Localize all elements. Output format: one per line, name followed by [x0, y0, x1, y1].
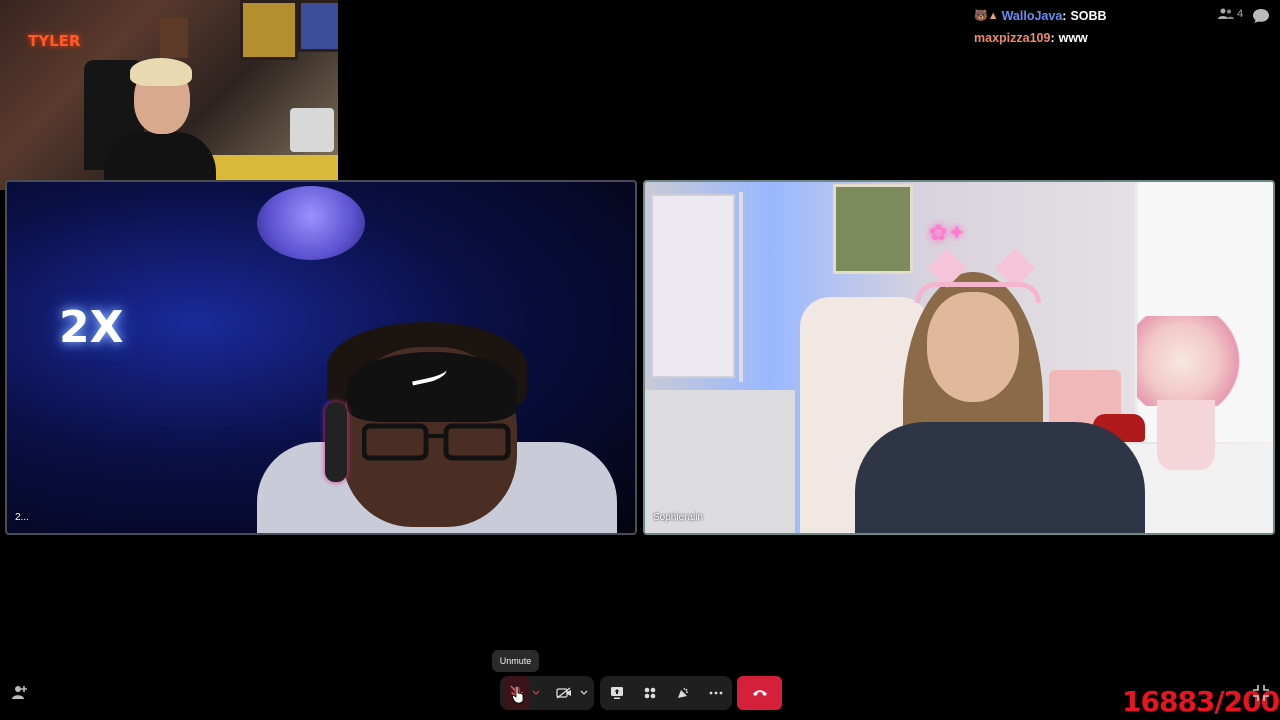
- participants-button[interactable]: 4: [1218, 8, 1243, 20]
- door: [651, 194, 735, 378]
- chat-message: 🐻▲ WalloJava: SOBB: [974, 5, 1107, 27]
- exit-fullscreen-icon: [1253, 685, 1269, 701]
- video-tile-left[interactable]: 2X 2...: [5, 180, 637, 535]
- more-options-button[interactable]: [699, 676, 732, 710]
- chevron-down-icon: [532, 690, 540, 695]
- share-screen-button[interactable]: [600, 676, 633, 710]
- framed-jersey: [240, 0, 298, 60]
- activity-controls: [600, 676, 732, 710]
- neon-decoration: ✿✦: [929, 220, 966, 245]
- add-person-button[interactable]: [10, 684, 28, 702]
- chat-text: SOBB: [1070, 9, 1107, 23]
- soundboard-button[interactable]: [666, 676, 699, 710]
- chat-username: maxpizza109: [974, 31, 1051, 45]
- participant-count: 4: [1237, 8, 1244, 20]
- streamer-webcam: TYLER: [0, 0, 338, 190]
- chat-text: www: [1058, 31, 1088, 45]
- participant-name: 2...: [15, 512, 29, 523]
- camera-options-button[interactable]: [578, 676, 590, 710]
- add-person-icon: [12, 686, 27, 699]
- chat-overlay: 🐻▲ WalloJava: SOBB maxpizza109: www: [974, 5, 1107, 49]
- camera-off-icon: [556, 687, 571, 699]
- exit-fullscreen-button[interactable]: [1252, 684, 1270, 702]
- chat-username: WalloJava: [1001, 9, 1063, 23]
- mic-options-button[interactable]: [530, 676, 542, 710]
- soundboard-icon: [677, 687, 688, 698]
- camera-toggle-button[interactable]: [550, 676, 578, 710]
- vanity-mirror: [739, 192, 743, 382]
- chat-toggle-button[interactable]: [1252, 8, 1270, 24]
- participant-name: Sophieraiin: [653, 512, 704, 523]
- apps-icon: [644, 687, 655, 699]
- participant-shirt: [855, 422, 1145, 533]
- video-tile-right[interactable]: ✿✦ Sophieraiin: [643, 180, 1275, 535]
- disconnect-button[interactable]: [737, 676, 782, 710]
- hang-up-icon: [752, 690, 767, 696]
- people-icon: [1218, 8, 1234, 19]
- glasses: [362, 423, 511, 461]
- screen-share-icon: [610, 687, 623, 699]
- unmute-tooltip: Unmute: [492, 650, 539, 672]
- chevron-down-icon: [580, 690, 588, 695]
- nike-cap: [347, 352, 517, 422]
- neon-sign-2x: 2X: [59, 302, 124, 353]
- activities-button[interactable]: [633, 676, 666, 710]
- vase: [1157, 400, 1215, 470]
- streamer-hair: [130, 58, 192, 86]
- headset: [325, 402, 347, 482]
- chat-bubble-icon: [1253, 9, 1269, 23]
- paper-lamp: [257, 186, 365, 260]
- flowers: [1137, 316, 1249, 406]
- more-icon: [709, 691, 722, 695]
- headset: [915, 282, 1041, 303]
- hand-cursor-icon: [512, 686, 524, 704]
- dog-painting: [833, 184, 913, 274]
- neon-sign: TYLER: [28, 32, 81, 50]
- chat-badge-icon: 🐻▲: [974, 10, 999, 22]
- participant-face: [927, 292, 1019, 402]
- framed-jersey: [298, 0, 338, 52]
- wall-poster: [160, 18, 188, 58]
- chat-message: maxpizza109: www: [974, 27, 1107, 49]
- box-fan: [290, 108, 334, 152]
